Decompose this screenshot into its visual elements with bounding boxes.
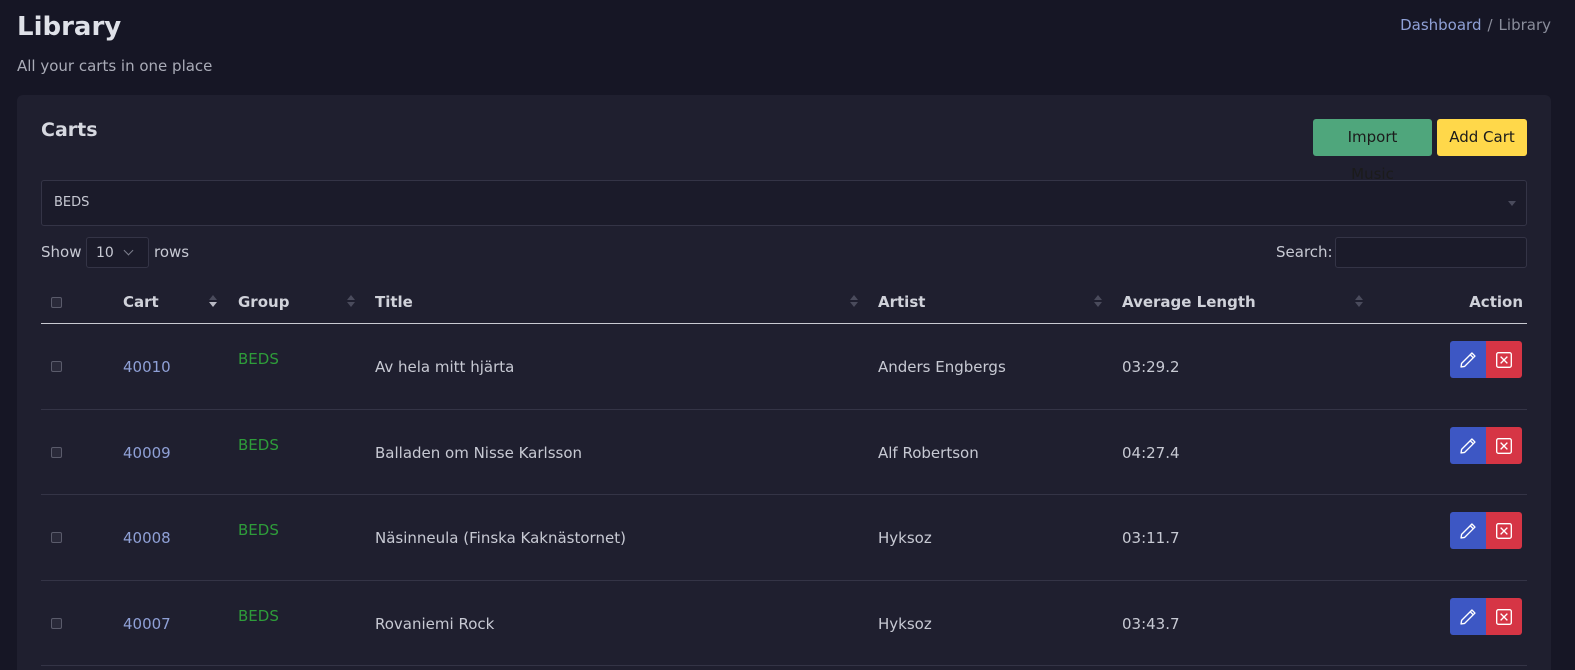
column-header-action: Action bbox=[1469, 293, 1523, 311]
x-square-icon bbox=[1496, 608, 1512, 625]
group-label: BEDS bbox=[238, 521, 279, 539]
carts-table: Cart Group Title Artist Average Length A… bbox=[41, 285, 1527, 666]
sort-icon bbox=[1355, 295, 1363, 307]
row-checkbox[interactable] bbox=[51, 532, 62, 543]
search-input[interactable] bbox=[1335, 237, 1527, 268]
cart-link[interactable]: 40009 bbox=[123, 444, 171, 462]
group-label: BEDS bbox=[238, 350, 279, 368]
sort-icon bbox=[850, 295, 858, 307]
table-row: 40009 BEDS Balladen om Nisse Karlsson Al… bbox=[41, 410, 1527, 495]
length-cell: 04:27.4 bbox=[1122, 443, 1180, 462]
import-music-button[interactable]: Import Music bbox=[1313, 119, 1432, 183]
column-header-group[interactable]: Group bbox=[238, 293, 289, 311]
pencil-icon bbox=[1460, 608, 1476, 625]
edit-button[interactable] bbox=[1450, 341, 1486, 378]
breadcrumb-separator: / bbox=[1487, 16, 1493, 34]
artist-cell: Hyksoz bbox=[878, 614, 932, 633]
artist-cell: Hyksoz bbox=[878, 529, 932, 547]
caret-down-icon bbox=[1508, 201, 1516, 206]
chevron-down-icon bbox=[123, 245, 134, 256]
table-row: 40008 BEDS Näsinneula (Finska Kaknästorn… bbox=[41, 495, 1527, 581]
cart-link[interactable]: 40010 bbox=[123, 358, 171, 376]
column-header-artist[interactable]: Artist bbox=[878, 293, 925, 311]
row-checkbox[interactable] bbox=[51, 446, 62, 458]
row-checkbox[interactable] bbox=[51, 617, 62, 629]
column-header-average-length[interactable]: Average Length bbox=[1122, 293, 1256, 311]
pencil-icon bbox=[1460, 437, 1476, 454]
sort-icon bbox=[209, 295, 217, 307]
delete-button[interactable] bbox=[1486, 512, 1522, 549]
title-cell: Rovaniemi Rock bbox=[375, 614, 495, 633]
title-cell: Näsinneula (Finska Kaknästornet) bbox=[375, 529, 626, 547]
group-label: BEDS bbox=[238, 606, 279, 625]
edit-button[interactable] bbox=[1450, 426, 1486, 464]
edit-button[interactable] bbox=[1450, 597, 1486, 635]
column-header-title[interactable]: Title bbox=[375, 293, 413, 311]
page-title: Library bbox=[17, 12, 122, 42]
cart-link[interactable]: 40008 bbox=[123, 529, 171, 547]
cart-link[interactable]: 40007 bbox=[123, 615, 171, 633]
group-filter-select[interactable]: BEDS bbox=[41, 180, 1527, 226]
group-label: BEDS bbox=[238, 435, 279, 454]
group-filter-value: BEDS bbox=[54, 195, 90, 210]
title-cell: Av hela mitt hjärta bbox=[375, 358, 515, 376]
select-all-checkbox[interactable] bbox=[51, 297, 62, 308]
delete-button[interactable] bbox=[1486, 341, 1522, 378]
search-label: Search: bbox=[1276, 243, 1333, 261]
artist-cell: Anders Engbergs bbox=[878, 358, 1006, 376]
table-header: Cart Group Title Artist Average Length A… bbox=[41, 285, 1527, 324]
length-cell: 03:11.7 bbox=[1122, 529, 1180, 547]
table-row: 40007 BEDS Rovaniemi Rock Hyksoz 03:43.7 bbox=[41, 581, 1527, 666]
breadcrumb: Dashboard / Library bbox=[1400, 16, 1551, 34]
carts-card: Carts Import Music Add Cart BEDS Show 10… bbox=[17, 95, 1551, 670]
edit-button[interactable] bbox=[1450, 512, 1486, 549]
row-checkbox[interactable] bbox=[51, 361, 62, 372]
delete-button[interactable] bbox=[1486, 426, 1522, 464]
title-cell: Balladen om Nisse Karlsson bbox=[375, 443, 583, 462]
sort-icon bbox=[347, 295, 355, 307]
rows-per-page-value: 10 bbox=[96, 245, 114, 261]
breadcrumb-current: Library bbox=[1498, 16, 1551, 34]
rows-per-page-select[interactable]: 10 bbox=[86, 237, 149, 268]
sort-icon bbox=[1094, 295, 1102, 307]
pencil-icon bbox=[1460, 523, 1476, 539]
rows-label: rows bbox=[154, 243, 190, 261]
page-subtitle: All your carts in one place bbox=[17, 57, 213, 75]
card-title: Carts bbox=[41, 119, 98, 141]
delete-button[interactable] bbox=[1486, 597, 1522, 635]
add-cart-button[interactable]: Add Cart bbox=[1437, 119, 1527, 156]
show-label: Show bbox=[41, 243, 82, 261]
column-header-cart[interactable]: Cart bbox=[123, 293, 159, 311]
table-row: 40010 BEDS Av hela mitt hjärta Anders En… bbox=[41, 324, 1527, 410]
breadcrumb-dashboard-link[interactable]: Dashboard bbox=[1400, 16, 1481, 34]
x-square-icon bbox=[1496, 352, 1512, 368]
length-cell: 03:43.7 bbox=[1122, 614, 1180, 633]
x-square-icon bbox=[1496, 523, 1512, 539]
pencil-icon bbox=[1460, 352, 1476, 368]
artist-cell: Alf Robertson bbox=[878, 443, 979, 462]
x-square-icon bbox=[1496, 437, 1512, 454]
length-cell: 03:29.2 bbox=[1122, 358, 1180, 376]
